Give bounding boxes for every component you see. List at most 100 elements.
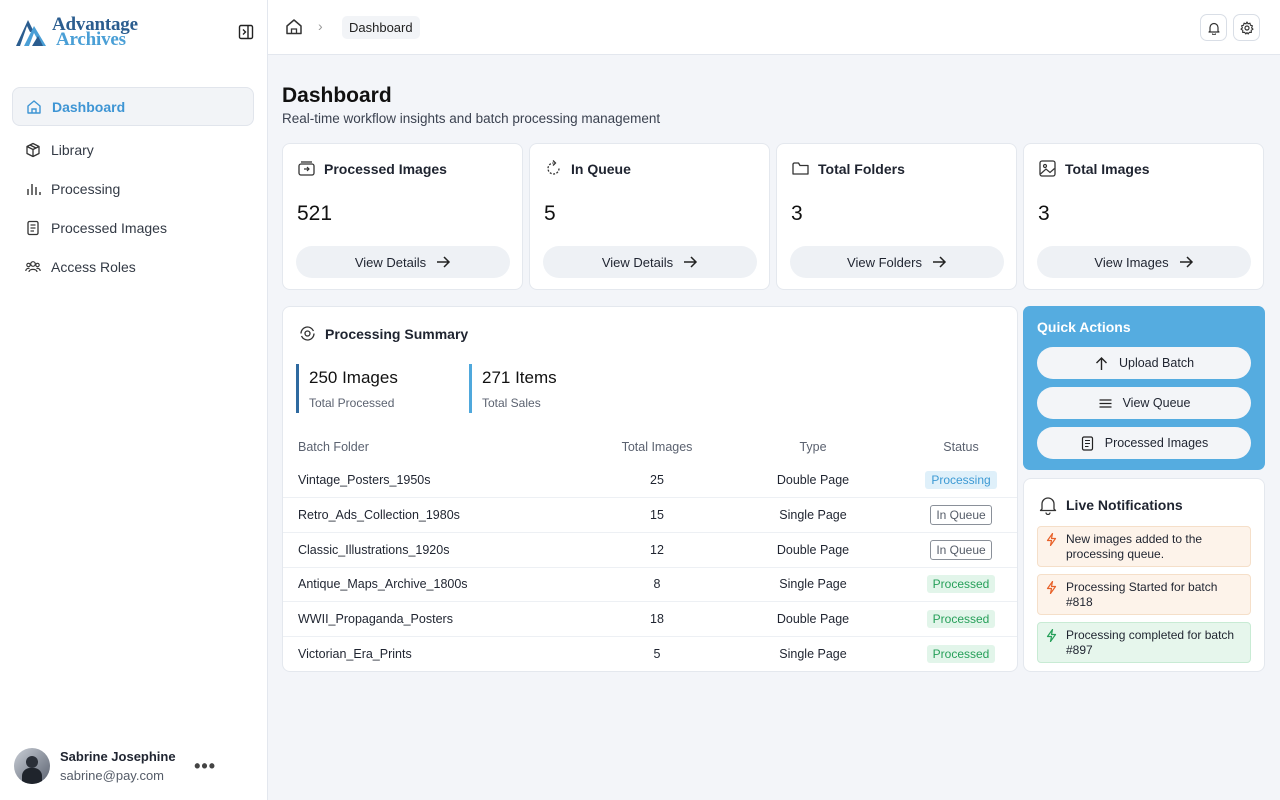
total-images-cell: 25 — [650, 473, 664, 488]
batch-table: Batch Folder Total Images Type Status Vi… — [283, 431, 1017, 672]
more-options-icon[interactable]: ••• — [194, 756, 216, 777]
sidebar-item-label: Processed Images — [51, 219, 167, 236]
stat-label: Total Images — [1065, 160, 1150, 177]
table-row[interactable]: Victorian_Era_Prints 5 Single Page Proce… — [283, 635, 1017, 672]
batch-folder-cell: Classic_Illustrations_1920s — [283, 531, 593, 568]
stat-value: 5 — [544, 202, 556, 225]
stat-label: Total Folders — [818, 160, 905, 177]
cube-icon — [24, 141, 42, 159]
chevron-right-icon: › — [318, 18, 323, 34]
upload-batch-button[interactable]: Upload Batch — [1037, 347, 1251, 379]
stat-card-total-images: Total Images 3 View Images — [1023, 143, 1264, 290]
status-badge: Processed — [926, 645, 996, 664]
bar-chart-icon — [24, 180, 42, 198]
settings-button[interactable] — [1233, 14, 1260, 41]
stat-card-in-queue: In Queue 5 View Details — [529, 143, 770, 290]
type-cell: Double Page — [721, 531, 905, 568]
stat-card-total-folders: Total Folders 3 View Folders — [776, 143, 1017, 290]
stat-value: 521 — [297, 202, 333, 225]
notification-item[interactable]: New images added to the processing queue… — [1037, 526, 1251, 567]
notifications-button[interactable] — [1200, 14, 1227, 41]
view-queue-button[interactable]: View Queue — [1037, 387, 1251, 419]
users-icon — [24, 258, 42, 276]
metric-value: 250 Images — [309, 368, 398, 387]
notification-item[interactable]: Processing Started for batch #818 — [1037, 574, 1251, 615]
user-profile[interactable]: Sabrine Josephine sabrine@pay.com ••• — [14, 748, 254, 784]
sidebar-item-dashboard[interactable]: Dashboard — [12, 87, 254, 126]
arrow-right-icon — [932, 256, 947, 268]
quick-actions-title: Quick Actions — [1037, 319, 1131, 335]
breadcrumb[interactable]: Dashboard — [342, 16, 420, 39]
view-details-button[interactable]: View Details — [543, 246, 757, 278]
button-label: View Folders — [847, 254, 922, 270]
notification-text: New images added to the processing queue… — [1066, 532, 1203, 561]
view-folders-button[interactable]: View Folders — [790, 246, 1004, 278]
metric-label: Total Sales — [482, 396, 541, 410]
column-header: Type — [799, 440, 827, 454]
processing-summary-card: Processing Summary 250 Images Total Proc… — [282, 306, 1018, 672]
table-header-row: Batch Folder Total Images Type Status — [283, 431, 1017, 463]
view-details-button[interactable]: View Details — [296, 246, 510, 278]
stat-value: 3 — [1038, 202, 1050, 225]
topbar: › Dashboard — [268, 0, 1280, 55]
type-cell: Double Page — [776, 473, 850, 488]
notification-text: Processing Started for batch #818 — [1066, 580, 1218, 609]
image-icon — [1039, 160, 1056, 177]
logo-mark-icon — [16, 20, 46, 46]
sidebar-nav: Dashboard Library Processing Processed I… — [12, 87, 254, 286]
type-cell: Double Page — [721, 601, 905, 637]
sidebar-item-label: Processing — [51, 180, 121, 197]
metric-label: Total Processed — [309, 396, 395, 410]
sidebar-item-label: Access Roles — [51, 258, 136, 275]
batch-folder-cell: Antique_Maps_Archive_1800s — [283, 566, 593, 602]
total-images-cell: 8 — [593, 566, 721, 602]
sidebar-item-label: Library — [51, 141, 94, 158]
sidebar-item-library[interactable]: Library — [12, 130, 254, 169]
live-notifications-card: Live Notifications New images added to t… — [1023, 478, 1265, 672]
stat-label: Processed Images — [324, 160, 447, 177]
button-label: Processed Images — [1104, 436, 1209, 450]
status-badge: In Queue — [930, 505, 992, 526]
total-images-cell: 15 — [593, 497, 721, 533]
arrow-right-icon — [1179, 256, 1193, 268]
processed-images-button[interactable]: Processed Images — [1037, 427, 1251, 459]
sidebar-item-processing[interactable]: Processing — [12, 169, 254, 208]
table-row[interactable]: Retro_Ads_Collection_1980s 15 Single Pag… — [283, 497, 1017, 533]
type-cell: Single Page — [721, 635, 905, 672]
column-header: Status — [943, 440, 979, 454]
stat-card-processed-images: Processed Images 521 View Details — [282, 143, 523, 290]
sidebar-item-processed-images[interactable]: Processed Images — [12, 208, 254, 247]
sidebar: Advantage Archives Dashboard Library Pro… — [0, 0, 268, 800]
button-label: View Details — [354, 254, 427, 270]
type-cell: Single Page — [721, 497, 905, 533]
column-header: Batch Folder — [298, 440, 369, 454]
arrow-up-icon — [1095, 356, 1107, 370]
user-email: sabrine@pay.com — [60, 768, 164, 783]
processing-cycle-icon — [300, 326, 315, 341]
button-label: View Details — [601, 254, 674, 270]
sidebar-item-access-roles[interactable]: Access Roles — [12, 247, 254, 286]
home-icon[interactable] — [285, 18, 303, 36]
table-row[interactable]: Classic_Illustrations_1920s 12 Double Pa… — [283, 531, 1017, 568]
bell-icon — [1039, 497, 1057, 515]
notification-item[interactable]: Processing completed for batch #897 — [1037, 622, 1251, 663]
notification-text: Processing completed for batch #897 — [1066, 628, 1235, 657]
metric-total-sales: 271 Items Total Sales — [469, 364, 557, 413]
table-row[interactable]: Vintage_Posters_1950s 25 Double Page Pro… — [283, 463, 1017, 498]
arrow-right-icon — [684, 256, 698, 268]
metric-total-processed: 250 Images Total Processed — [296, 364, 398, 413]
status-badge: In Queue — [930, 539, 992, 560]
user-name: Sabrine Josephine — [60, 749, 176, 764]
batch-folder-cell: Retro_Ads_Collection_1980s — [283, 497, 593, 533]
sidebar-toggle-icon[interactable] — [238, 24, 254, 40]
brand-logo[interactable]: Advantage Archives — [14, 15, 138, 49]
metric-value: 271 Items — [482, 368, 557, 387]
home-icon — [25, 98, 43, 116]
table-row[interactable]: Antique_Maps_Archive_1800s 8 Single Page… — [283, 566, 1017, 602]
total-images-cell: 12 — [593, 531, 721, 568]
table-row[interactable]: WWII_Propaganda_Posters 18 Double Page P… — [283, 601, 1017, 637]
button-label: View Images — [1094, 254, 1169, 270]
summary-title: Processing Summary — [325, 325, 469, 342]
lightning-icon — [1046, 629, 1057, 642]
view-images-button[interactable]: View Images — [1037, 246, 1251, 278]
